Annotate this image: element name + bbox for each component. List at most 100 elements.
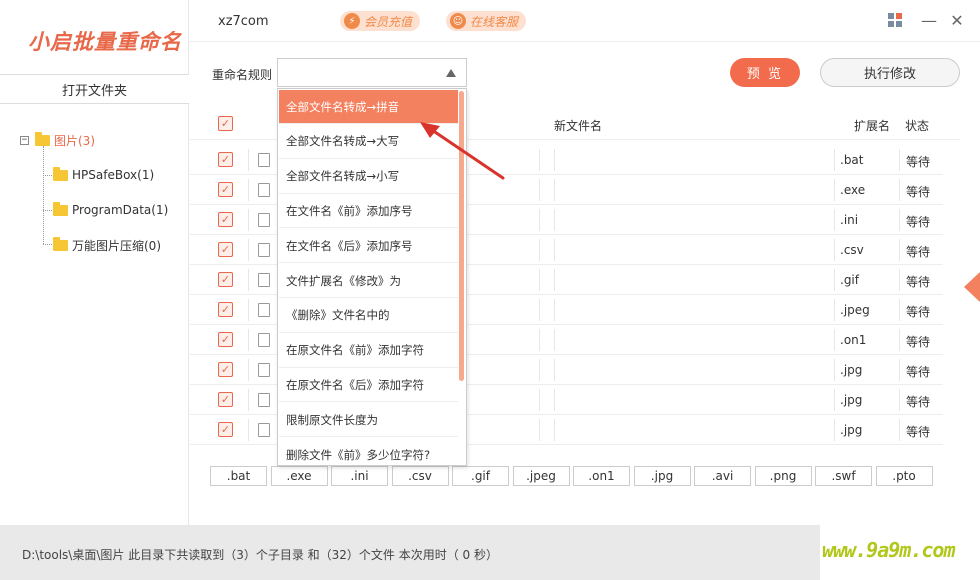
rule-option[interactable]: 限制原文件长度为 (279, 403, 458, 438)
ext-filter-button[interactable]: .png (754, 466, 812, 486)
row-ext: .on1 (840, 333, 867, 347)
header-status: 状态 (905, 119, 930, 133)
file-icon (258, 213, 270, 227)
rule-select[interactable] (277, 58, 467, 87)
row-checkbox[interactable]: ✓ (218, 302, 233, 317)
ext-filter-button[interactable]: .swf (815, 466, 872, 486)
collapse-icon[interactable]: − (20, 136, 29, 145)
row-status: 等待 (906, 335, 931, 349)
row-status: 等待 (906, 215, 931, 229)
rule-option[interactable]: 全部文件名转成→大写 (279, 125, 458, 159)
row-checkbox[interactable]: ✓ (218, 152, 233, 167)
row-ext: .bat (840, 153, 864, 167)
rule-option[interactable]: 全部文件名转成→拼音 (279, 90, 458, 124)
rule-option[interactable]: 在原文件名《前》添加字符 (279, 334, 458, 368)
tree-node-label: HPSafeBox(1) (72, 168, 155, 182)
row-status: 等待 (906, 245, 931, 259)
row-checkbox[interactable]: ✓ (218, 332, 233, 347)
ext-filter-button[interactable]: .avi (694, 466, 751, 486)
minimize-icon[interactable]: — (921, 11, 937, 30)
header-new-name: 新文件名 (554, 119, 603, 133)
row-status: 等待 (906, 425, 931, 439)
side-expand-tab[interactable] (964, 272, 980, 302)
tree-root-label: 图片(3) (54, 134, 95, 148)
row-ext: .jpg (840, 363, 863, 377)
status-text: D:\tools\桌面\图片 此目录下共读取到（3）个子目录 和（32）个文件 … (22, 548, 499, 562)
app-logo: 小启批量重命名 (28, 30, 182, 54)
row-checkbox[interactable]: ✓ (218, 182, 233, 197)
headset-icon: ☺ (450, 13, 466, 29)
ext-filter-button[interactable]: .csv (391, 466, 449, 486)
lightning-icon: ⚡ (344, 13, 360, 29)
rule-option[interactable]: 文件扩展名《修改》为 (279, 264, 458, 298)
ext-filter-button[interactable]: .ini (331, 466, 388, 486)
row-ext: .csv (840, 243, 864, 257)
row-ext: .jpeg (840, 303, 870, 317)
folder-icon (35, 132, 50, 146)
row-ext: .jpg (840, 393, 863, 407)
service-label: 在线客服 (470, 14, 519, 29)
row-status: 等待 (906, 395, 931, 409)
rule-option[interactable]: 《删除》文件名中的 (279, 299, 458, 333)
header-ext: 扩展名 (854, 119, 891, 133)
close-icon[interactable]: ✕ (949, 11, 965, 30)
ext-filter-button[interactable]: .bat (210, 466, 267, 486)
row-checkbox[interactable]: ✓ (218, 362, 233, 377)
tree-root-node[interactable]: − 图片(3) (20, 132, 95, 149)
row-ext: .jpg (840, 423, 863, 437)
rule-option[interactable]: 删除文件《前》多少位字符? (279, 438, 458, 465)
online-service-button[interactable]: ☺ 在线客服 (446, 11, 527, 31)
open-folder-button[interactable]: 打开文件夹 (0, 74, 189, 104)
file-icon (258, 273, 270, 287)
tree-node-image-compress[interactable]: 万能图片压缩(0) (53, 237, 161, 254)
row-checkbox[interactable]: ✓ (218, 212, 233, 227)
tree-node-label: ProgramData(1) (72, 203, 169, 217)
folder-icon (53, 237, 68, 251)
ext-filter-button[interactable]: .on1 (573, 466, 630, 486)
vip-recharge-button[interactable]: ⚡ 会员充值 (340, 11, 421, 31)
site-name: xz7com (218, 14, 269, 29)
row-checkbox[interactable]: ✓ (218, 422, 233, 437)
rule-option[interactable]: 在文件名《后》添加序号 (279, 229, 458, 264)
sidebar: 小启批量重命名 打开文件夹 − 图片(3) HPSafeBox(1) Progr… (0, 0, 189, 525)
file-icon (258, 393, 270, 407)
rule-option[interactable]: 在原文件名《后》添加字符 (279, 368, 458, 403)
row-ext: .ini (840, 213, 859, 227)
rule-dropdown-list[interactable]: 全部文件名转成→拼音 全部文件名转成→大写 全部文件名转成→小写 在文件名《前》添加序… (277, 88, 467, 466)
folder-icon (53, 201, 68, 216)
row-status: 等待 (906, 155, 931, 169)
status-bar: D:\tools\桌面\图片 此目录下共读取到（3）个子目录 和（32）个文件 … (0, 525, 820, 580)
row-status: 等待 (906, 305, 931, 319)
row-status: 等待 (906, 275, 931, 289)
row-checkbox[interactable]: ✓ (218, 392, 233, 407)
ext-filter-button[interactable]: .jpeg (512, 466, 570, 486)
file-icon (258, 153, 270, 167)
row-checkbox[interactable]: ✓ (218, 242, 233, 257)
ext-filter-button[interactable]: .pto (875, 466, 933, 486)
rule-option[interactable]: 全部文件名转成→小写 (279, 160, 458, 194)
ext-filter-button[interactable]: .jpg (633, 466, 691, 486)
dropdown-scrollbar[interactable] (459, 91, 464, 381)
row-checkbox[interactable]: ✓ (218, 272, 233, 287)
ext-filter-button[interactable]: .exe (270, 466, 328, 486)
file-icon (258, 423, 270, 437)
skin-grid-icon[interactable] (887, 12, 903, 28)
execute-button[interactable]: 执行修改 (820, 58, 960, 87)
file-icon (258, 243, 270, 257)
row-ext: .gif (840, 273, 859, 287)
rule-label: 重命名规则 (212, 68, 273, 82)
preview-button[interactable]: 预 览 (730, 58, 800, 87)
file-icon (258, 303, 270, 317)
folder-icon (53, 166, 68, 181)
ext-filter-button[interactable]: .gif (452, 466, 509, 486)
file-icon (258, 333, 270, 347)
tree-node-programdata[interactable]: ProgramData(1) (53, 201, 169, 217)
tree-node-label: 万能图片压缩(0) (72, 239, 161, 253)
tree-node-hpsafebox[interactable]: HPSafeBox(1) (53, 166, 155, 182)
select-all-checkbox[interactable]: ✓ (218, 116, 233, 131)
vip-label: 会员充值 (364, 14, 413, 29)
rule-option[interactable]: 在文件名《前》添加序号 (279, 194, 458, 229)
file-icon (258, 183, 270, 197)
row-status: 等待 (906, 185, 931, 199)
row-ext: .exe (840, 183, 866, 197)
